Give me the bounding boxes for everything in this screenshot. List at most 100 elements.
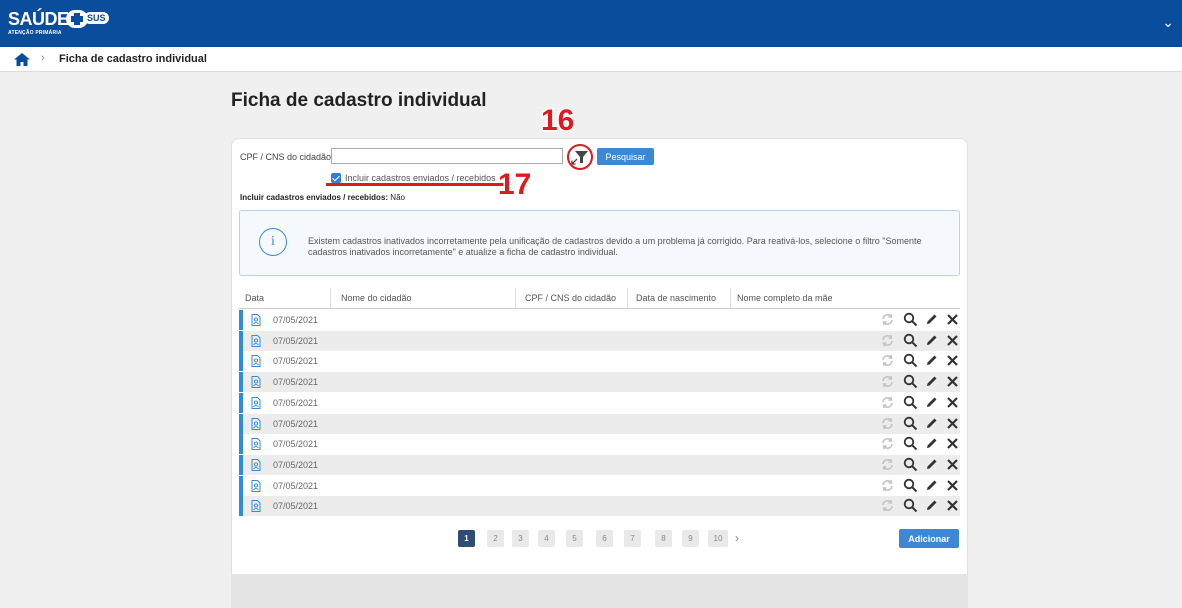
table-row[interactable]: 07/05/2021 [239,351,960,372]
delete-x-icon[interactable] [946,354,959,367]
page-5-button[interactable]: 5 [566,530,583,547]
delete-x-icon[interactable] [946,375,959,388]
delete-x-icon[interactable] [946,313,959,326]
sync-icon[interactable] [880,333,895,348]
view-search-icon[interactable] [903,312,918,327]
include-sent-received-checkbox[interactable] [331,173,341,183]
active-filter-summary: Incluir cadastros enviados / recebidos: … [240,193,405,202]
document-user-icon[interactable] [251,417,261,430]
table-row[interactable]: 07/05/2021 [239,310,960,330]
view-search-icon[interactable] [903,374,918,389]
edit-pencil-icon[interactable] [925,479,938,492]
table-row[interactable]: 07/05/2021 [239,496,960,517]
document-user-icon[interactable] [251,458,261,471]
page-1-button[interactable]: 1 [458,530,475,547]
row-status-marker [239,351,243,372]
delete-x-icon[interactable] [946,499,959,512]
sync-icon[interactable] [880,395,895,410]
page-8-button[interactable]: 8 [655,530,672,547]
delete-x-icon[interactable] [946,479,959,492]
page-9-button[interactable]: 9 [682,530,699,547]
sync-icon[interactable] [880,436,895,451]
edit-pencil-icon[interactable] [925,437,938,450]
page-7-button[interactable]: 7 [624,530,641,547]
saude-esus-logo[interactable]: SAÚDE SUS ATENÇÃO PRIMÁRIA [8,9,110,39]
delete-x-icon[interactable] [946,417,959,430]
search-button[interactable]: Pesquisar [597,148,654,165]
chevron-down-icon[interactable]: ⌄ [1162,14,1174,31]
table-row[interactable]: 07/05/2021 [239,392,960,413]
edit-pencil-icon[interactable] [925,313,938,326]
column-header-cpf-cns[interactable]: CPF / CNS do cidadão [525,293,616,303]
view-search-icon[interactable] [903,498,918,513]
sync-icon[interactable] [880,478,895,493]
info-alert-text: Existem cadastros inativados incorretame… [308,236,922,257]
table-row[interactable]: 07/05/2021 [239,454,960,475]
page-2-button[interactable]: 2 [487,530,504,547]
document-user-icon[interactable] [251,438,261,451]
next-page-icon[interactable]: › [735,531,739,545]
column-header-date[interactable]: Data [245,293,264,303]
edit-pencil-icon[interactable] [925,334,938,347]
include-sent-received-label[interactable]: Incluir cadastros enviados / recebidos [345,173,496,183]
view-search-icon[interactable] [903,416,918,431]
edit-pencil-icon[interactable] [925,417,938,430]
document-user-icon[interactable] [251,355,261,368]
row-status-marker [239,372,243,393]
view-search-icon[interactable] [903,436,918,451]
row-date: 07/05/2021 [273,459,319,470]
table-row[interactable]: 07/05/2021 [239,330,960,351]
column-header-mother-name[interactable]: Nome completo da mãe [737,293,833,303]
row-date: 07/05/2021 [273,501,319,512]
edit-pencil-icon[interactable] [925,458,938,471]
page-6-button[interactable]: 6 [596,530,613,547]
document-user-icon[interactable] [251,479,261,492]
table-row[interactable]: 07/05/2021 [239,475,960,496]
sync-icon[interactable] [880,498,895,513]
view-search-icon[interactable] [903,333,918,348]
column-header-name[interactable]: Nome do cidadão [341,293,412,303]
sync-icon[interactable] [880,374,895,389]
view-search-icon[interactable] [903,353,918,368]
breadcrumb-current: Ficha de cadastro individual [59,53,207,65]
column-header-birth-date[interactable]: Data de nascimento [636,293,716,303]
table-row[interactable]: 07/05/2021 [239,372,960,393]
edit-pencil-icon[interactable] [925,354,938,367]
row-date: 07/05/2021 [273,377,319,388]
row-date: 07/05/2021 [273,315,319,325]
page-10-button[interactable]: 10 [708,530,728,547]
table-row[interactable]: 07/05/2021 [239,413,960,434]
row-status-marker [239,454,243,475]
delete-x-icon[interactable] [946,437,959,450]
delete-x-icon[interactable] [946,334,959,347]
delete-x-icon[interactable] [946,458,959,471]
document-user-icon[interactable] [251,500,261,513]
edit-pencil-icon[interactable] [925,499,938,512]
row-status-marker [239,392,243,413]
edit-pencil-icon[interactable] [925,375,938,388]
sync-icon[interactable] [880,416,895,431]
table-row[interactable]: 07/05/2021 [239,434,960,455]
document-user-icon[interactable] [251,396,261,409]
sync-icon[interactable] [880,353,895,368]
search-input[interactable] [331,148,563,164]
search-label: CPF / CNS do cidadão [240,152,332,162]
view-search-icon[interactable] [903,478,918,493]
row-status-marker [239,413,243,434]
row-status-marker [239,475,243,496]
document-user-icon[interactable] [251,314,261,326]
view-search-icon[interactable] [903,457,918,472]
sync-icon[interactable] [880,312,895,327]
sync-icon[interactable] [880,457,895,472]
view-search-icon[interactable] [903,395,918,410]
page-4-button[interactable]: 4 [538,530,555,547]
add-button[interactable]: Adicionar [899,529,959,548]
edit-pencil-icon[interactable] [925,396,938,409]
home-icon[interactable] [14,53,30,66]
page-3-button[interactable]: 3 [512,530,529,547]
document-user-icon[interactable] [251,334,261,347]
delete-x-icon[interactable] [946,396,959,409]
top-bar: SAÚDE SUS ATENÇÃO PRIMÁRIA ⌄ [0,0,1182,47]
document-user-icon[interactable] [251,376,261,389]
row-status-marker [239,310,243,330]
